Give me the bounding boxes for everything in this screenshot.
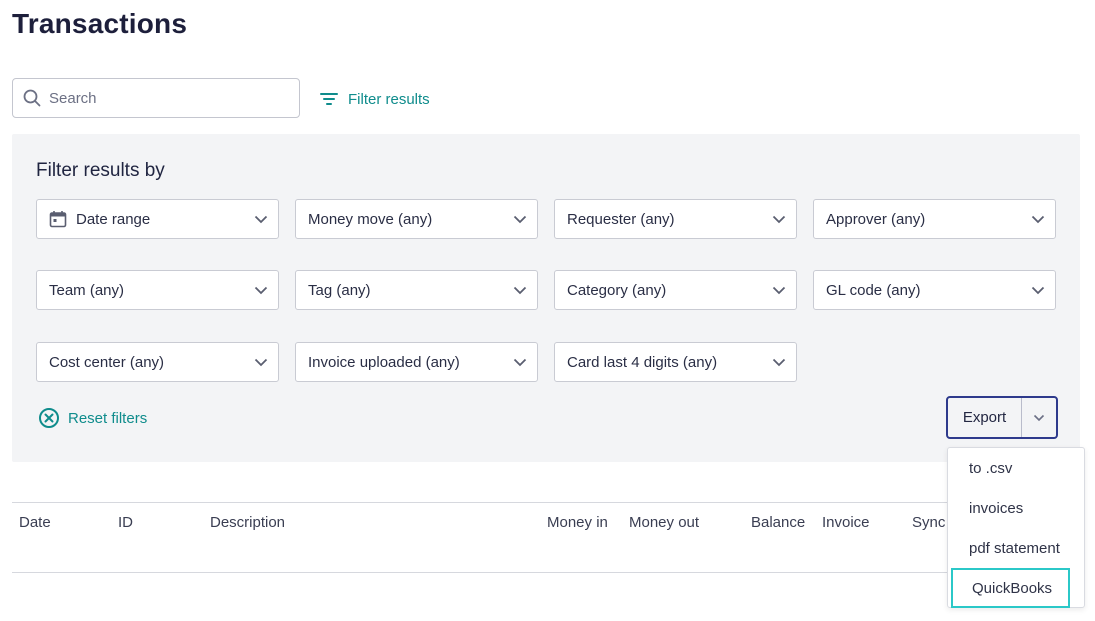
invoice-uploaded-label: Invoice uploaded (any) xyxy=(308,353,460,371)
search-box[interactable] xyxy=(12,78,300,118)
money-move-dropdown[interactable]: Money move (any) xyxy=(295,199,538,239)
chevron-down-icon xyxy=(513,355,527,369)
reset-filters-button[interactable]: Reset filters xyxy=(38,407,147,429)
filter-results-button[interactable]: Filter results xyxy=(320,88,430,110)
reset-filters-label: Reset filters xyxy=(68,409,148,427)
filter-results-label: Filter results xyxy=(348,90,430,108)
cost-center-label: Cost center (any) xyxy=(49,353,165,371)
filter-panel-title: Filter results by xyxy=(36,160,165,181)
chevron-down-icon xyxy=(1031,283,1045,297)
column-header-id[interactable]: ID xyxy=(118,514,133,531)
export-button[interactable]: Export xyxy=(948,398,1021,437)
calendar-icon xyxy=(49,209,69,229)
column-header-balance[interactable]: Balance xyxy=(751,514,805,531)
tag-label: Tag (any) xyxy=(308,281,371,299)
column-header-money-out[interactable]: Money out xyxy=(629,514,699,531)
chevron-down-icon xyxy=(254,355,268,369)
filter-lines-icon xyxy=(320,90,338,108)
transactions-page: Transactions Filter results Filter resul… xyxy=(0,0,1095,621)
money-move-label: Money move (any) xyxy=(308,210,433,228)
approver-label: Approver (any) xyxy=(826,210,926,228)
column-header-sync[interactable]: Sync xyxy=(912,514,945,531)
chevron-down-icon xyxy=(254,212,268,226)
chevron-down-icon xyxy=(513,283,527,297)
column-header-invoice[interactable]: Invoice xyxy=(822,514,870,531)
filter-panel: Filter results by Date range Money move … xyxy=(12,134,1080,462)
export-menu: to .csv invoices pdf statement QuickBook… xyxy=(947,447,1085,608)
export-dropdown-toggle[interactable] xyxy=(1021,398,1056,437)
chevron-down-icon xyxy=(772,283,786,297)
requester-label: Requester (any) xyxy=(567,210,675,228)
page-title: Transactions xyxy=(12,8,188,39)
card-last-4-label: Card last 4 digits (any) xyxy=(567,353,718,371)
chevron-down-icon xyxy=(513,212,527,226)
date-range-dropdown[interactable]: Date range xyxy=(36,199,279,239)
column-header-description[interactable]: Description xyxy=(210,514,285,531)
category-dropdown[interactable]: Category (any) xyxy=(554,270,797,310)
tag-dropdown[interactable]: Tag (any) xyxy=(295,270,538,310)
export-menu-item-csv[interactable]: to .csv xyxy=(948,448,1084,488)
column-header-money-in[interactable]: Money in xyxy=(547,514,608,531)
close-circle-icon xyxy=(38,407,60,429)
export-menu-item-pdf-statement[interactable]: pdf statement xyxy=(948,528,1084,568)
export-menu-item-quickbooks[interactable]: QuickBooks xyxy=(951,568,1070,608)
search-icon xyxy=(23,88,43,108)
requester-dropdown[interactable]: Requester (any) xyxy=(554,199,797,239)
cost-center-dropdown[interactable]: Cost center (any) xyxy=(36,342,279,382)
team-dropdown[interactable]: Team (any) xyxy=(36,270,279,310)
invoice-uploaded-dropdown[interactable]: Invoice uploaded (any) xyxy=(295,342,538,382)
gl-code-label: GL code (any) xyxy=(826,281,921,299)
chevron-down-icon xyxy=(1031,212,1045,226)
column-header-date[interactable]: Date xyxy=(19,514,51,531)
gl-code-dropdown[interactable]: GL code (any) xyxy=(813,270,1056,310)
chevron-down-icon xyxy=(1033,409,1045,427)
chevron-down-icon xyxy=(772,355,786,369)
export-menu-item-invoices[interactable]: invoices xyxy=(948,488,1084,528)
category-label: Category (any) xyxy=(567,281,667,299)
card-last-4-dropdown[interactable]: Card last 4 digits (any) xyxy=(554,342,797,382)
export-split-button: Export xyxy=(946,396,1058,439)
transactions-table-header: Date ID Description Money in Money out B… xyxy=(12,502,1080,573)
team-label: Team (any) xyxy=(49,281,125,299)
chevron-down-icon xyxy=(254,283,268,297)
date-range-label: Date range xyxy=(76,210,151,228)
chevron-down-icon xyxy=(772,212,786,226)
search-input[interactable] xyxy=(49,89,279,107)
approver-dropdown[interactable]: Approver (any) xyxy=(813,199,1056,239)
